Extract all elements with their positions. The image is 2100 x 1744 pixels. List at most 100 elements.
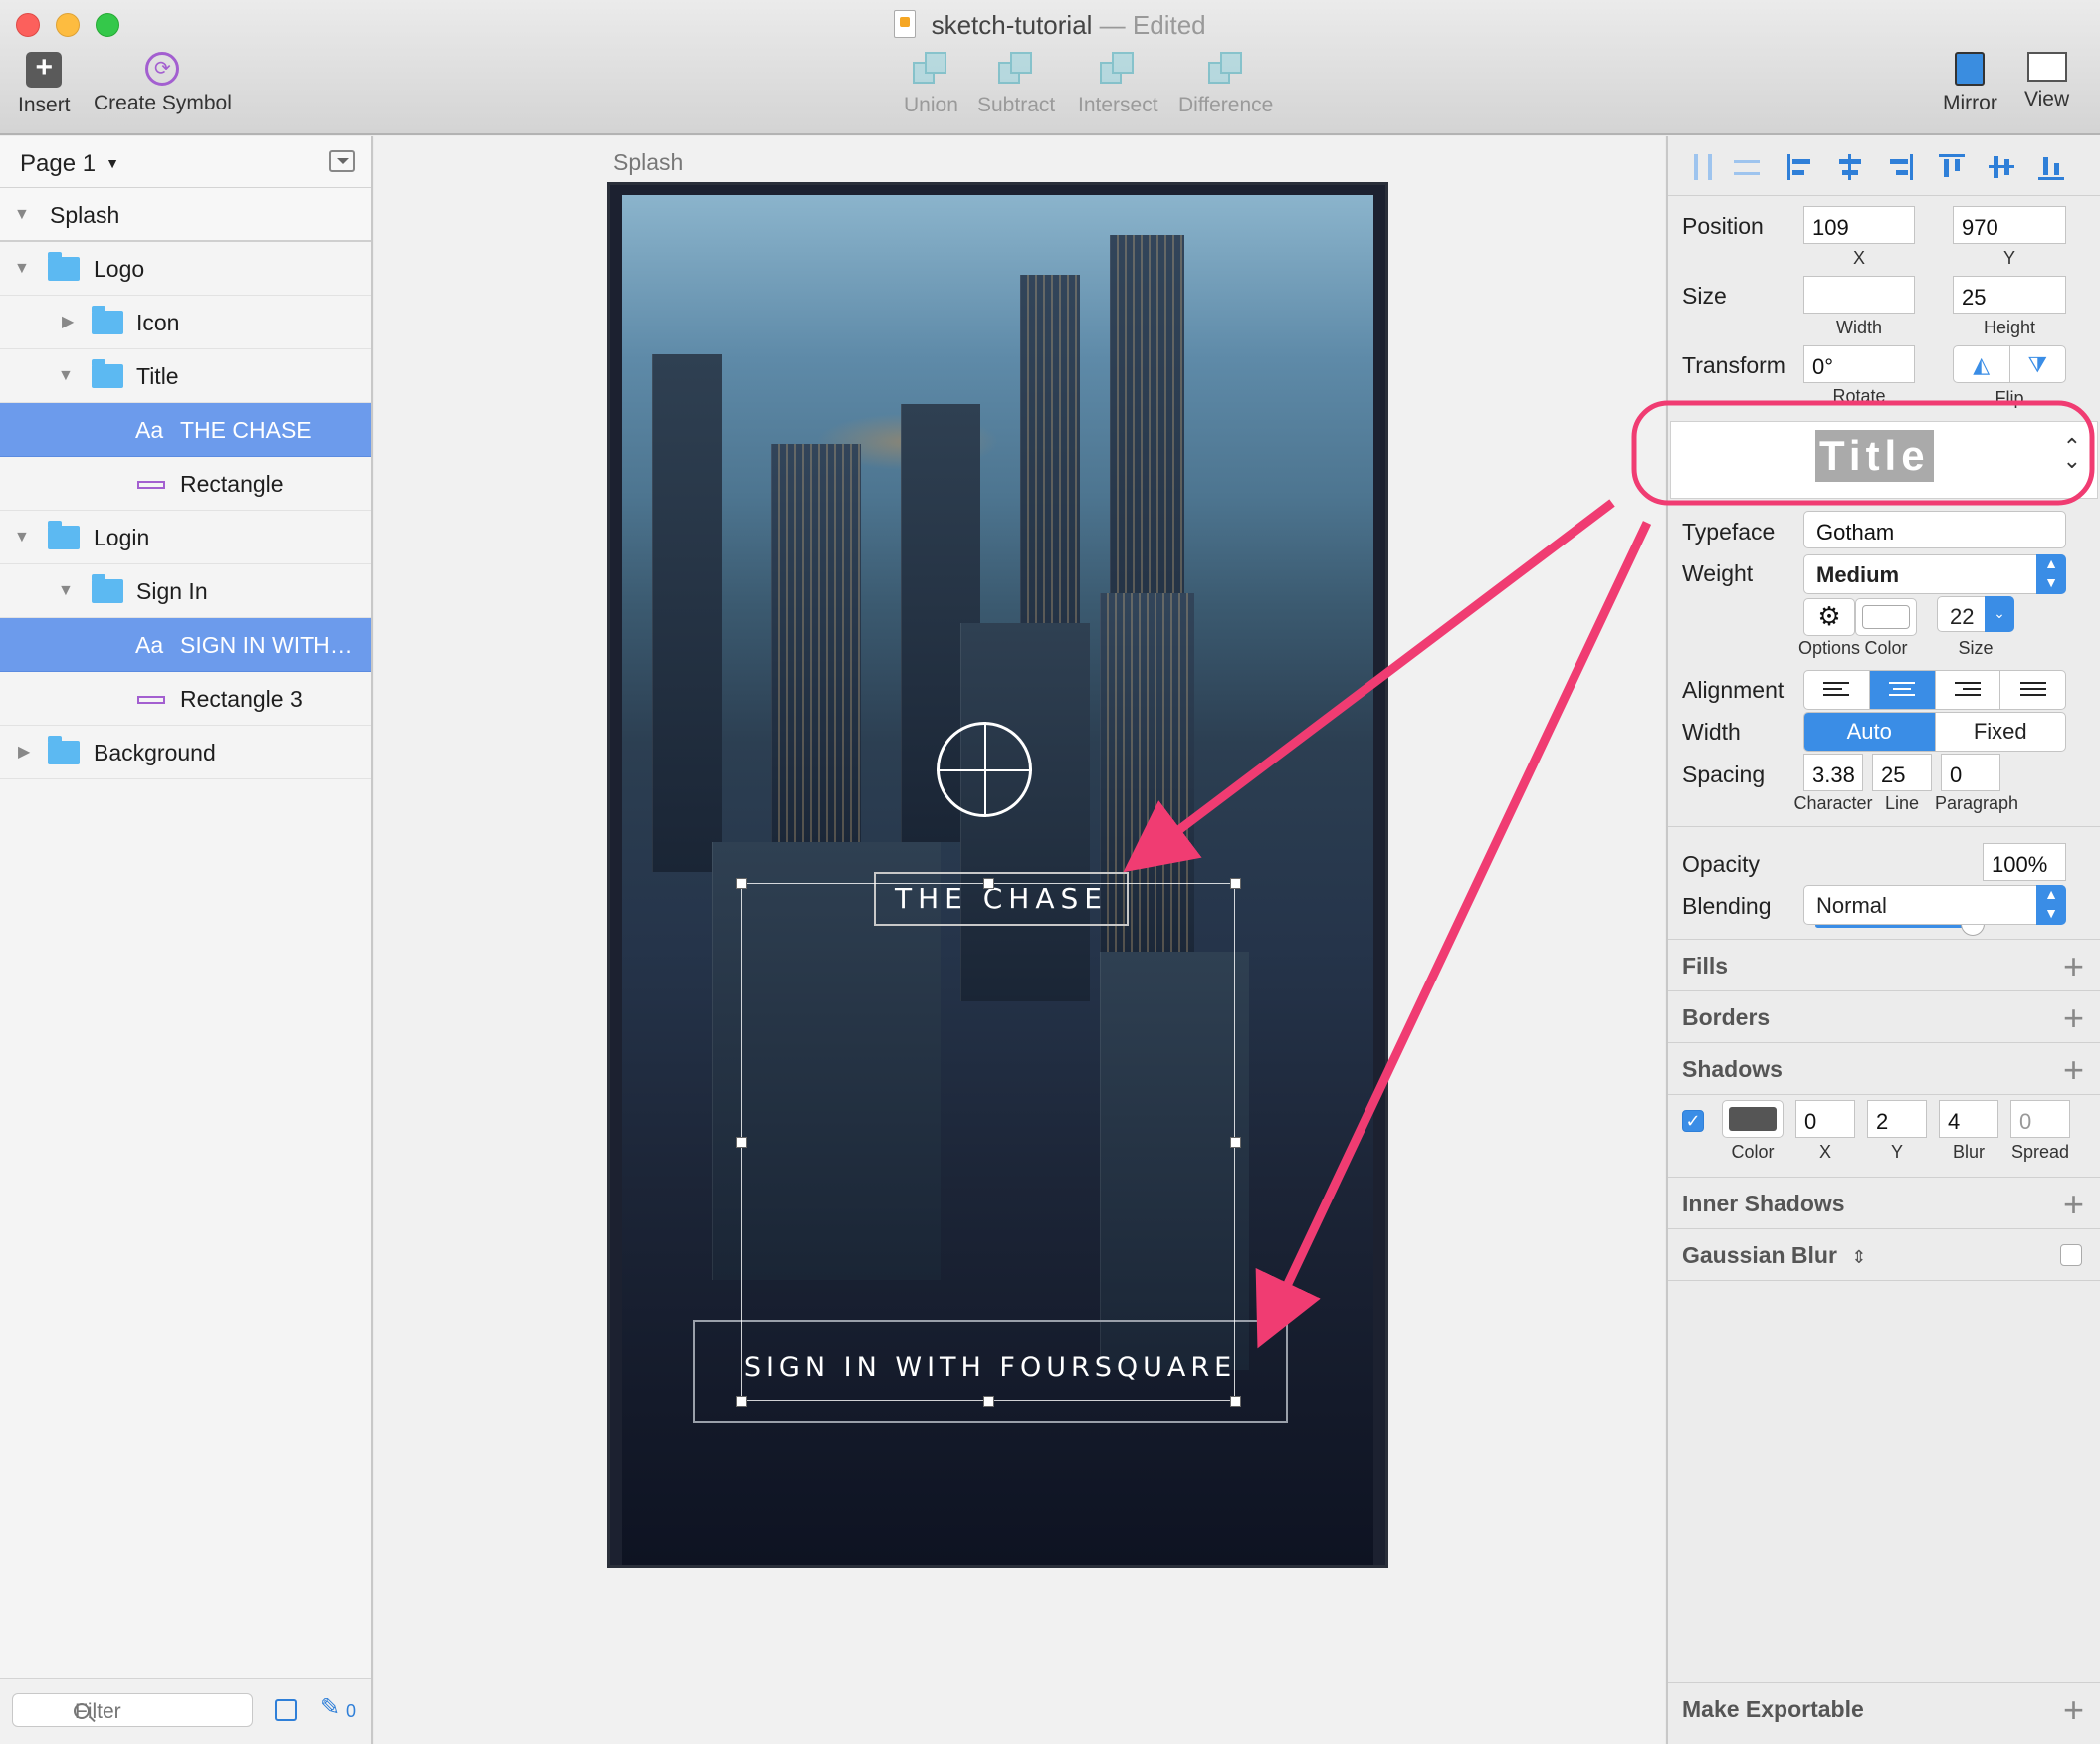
text-layer-icon: Aa (135, 417, 164, 443)
insert-button[interactable]: + Insert (18, 52, 71, 117)
layer-group-logo[interactable]: ▼ Logo (0, 242, 371, 296)
text-options-button[interactable]: ⚙ (1803, 598, 1855, 636)
align-horizontal-center-icon[interactable] (1837, 154, 1863, 180)
opacity-field[interactable] (1983, 843, 2066, 881)
chevron-up-down-icon[interactable]: ⇕ (1851, 1247, 1866, 1267)
rotate-field[interactable] (1803, 345, 1915, 383)
resize-handle[interactable] (983, 1396, 994, 1407)
shadow-x-field[interactable] (1795, 1100, 1855, 1138)
intersect-button[interactable]: Intersect (1078, 52, 1158, 117)
layer-text-sign-in-with[interactable]: Aa SIGN IN WITH… (0, 618, 371, 672)
add-fill-icon[interactable]: + (2063, 946, 2084, 987)
text-align-right-icon[interactable] (1936, 671, 2001, 709)
width-fixed-option[interactable]: Fixed (1936, 713, 2066, 751)
disclosure-open-icon[interactable]: ▼ (14, 511, 30, 564)
resize-handle[interactable] (736, 1396, 747, 1407)
text-align-center-icon[interactable] (1869, 671, 1936, 709)
folder-icon (92, 306, 123, 334)
position-y-field[interactable] (1953, 206, 2066, 244)
align-vertical-center-icon[interactable] (1989, 154, 2014, 180)
typeface-field[interactable] (1803, 511, 2066, 548)
mirror-button[interactable]: Mirror (1943, 52, 1997, 115)
disclosure-closed-icon[interactable]: ▶ (18, 726, 30, 779)
layer-text-the-chase[interactable]: Aa THE CHASE (0, 403, 371, 457)
resize-handle[interactable] (1230, 1396, 1241, 1407)
width-field[interactable] (1803, 276, 1915, 314)
mirror-icon (1955, 52, 1986, 86)
flip-horizontal-icon[interactable]: ◭ (1954, 346, 2010, 382)
edited-layers-icon[interactable]: ✎ (320, 1693, 340, 1722)
add-export-icon[interactable]: + (2063, 1689, 2084, 1731)
union-button[interactable]: Union (904, 52, 958, 117)
align-bottom-icon[interactable] (2038, 154, 2064, 180)
canvas[interactable]: Splash THE CHASE SIGN IN WITH FOURSQUARE (374, 136, 1665, 1744)
shadow-spread-field[interactable] (2010, 1100, 2070, 1138)
height-field[interactable] (1953, 276, 2066, 314)
gaussian-blur-section-header[interactable]: Gaussian Blur ⇕ (1668, 1229, 2100, 1281)
disclosure-open-icon[interactable]: ▼ (58, 564, 74, 618)
resize-handle[interactable] (736, 878, 747, 889)
add-border-icon[interactable]: + (2063, 997, 2084, 1039)
text-style-picker[interactable]: Title ⌃ ⌄ (1670, 421, 2098, 499)
align-left-icon[interactable] (1787, 154, 1813, 180)
disclosure-open-icon[interactable]: ▼ (14, 188, 30, 242)
show-pages-icon[interactable] (275, 1699, 297, 1721)
artboard-title[interactable]: Splash (613, 149, 683, 176)
align-right-icon[interactable] (1887, 154, 1913, 180)
layer-shape-rectangle[interactable]: Rectangle (0, 457, 371, 511)
font-size-select[interactable]: 22 ⌄ (1937, 596, 2014, 632)
shadows-label: Shadows (1682, 1056, 1783, 1082)
distribute-horizontal-icon[interactable] (1690, 154, 1716, 180)
character-spacing-field[interactable] (1803, 754, 1863, 791)
shadow-y-field[interactable] (1867, 1100, 1927, 1138)
artboard-splash[interactable]: THE CHASE SIGN IN WITH FOURSQUARE (607, 182, 1388, 1568)
shadow-enabled-checkbox[interactable]: ✓ (1682, 1110, 1704, 1132)
text-align-left-icon[interactable] (1804, 671, 1870, 709)
shadows-section-header[interactable]: Shadows + (1668, 1043, 2100, 1095)
page-selector[interactable]: Page 1 ▼ (0, 136, 371, 188)
layer-group-icon[interactable]: ▶ Icon (0, 296, 371, 349)
text-align-justify-icon[interactable] (2000, 671, 2065, 709)
line-spacing-field[interactable] (1872, 754, 1932, 791)
text-color-well[interactable] (1855, 598, 1917, 636)
view-button[interactable]: View (2024, 52, 2069, 111)
resize-handle[interactable] (1230, 878, 1241, 889)
distribute-vertical-icon[interactable] (1734, 154, 1760, 180)
resize-handle[interactable] (1230, 1137, 1241, 1148)
disclosure-closed-icon[interactable]: ▶ (62, 296, 74, 349)
make-exportable-section-header[interactable]: Make Exportable + (1668, 1682, 2100, 1742)
selection-bounding-box (741, 883, 1235, 1401)
resize-handle[interactable] (736, 1137, 747, 1148)
add-inner-shadow-icon[interactable]: + (2063, 1184, 2084, 1225)
resize-handle[interactable] (983, 878, 994, 889)
layer-group-sign-in[interactable]: ▼ Sign In (0, 564, 371, 618)
subtract-button[interactable]: Subtract (977, 52, 1055, 117)
add-shadow-icon[interactable]: + (2063, 1049, 2084, 1091)
collapse-pages-icon[interactable] (329, 150, 355, 172)
opacity-label: Opacity (1682, 851, 1760, 877)
paragraph-spacing-field[interactable] (1941, 754, 2000, 791)
width-auto-option[interactable]: Auto (1804, 713, 1936, 751)
shadow-blur-field[interactable] (1939, 1100, 1998, 1138)
flip-vertical-icon[interactable]: ⧩ (2010, 346, 2066, 382)
gaussian-blur-checkbox[interactable] (2060, 1244, 2082, 1266)
difference-button[interactable]: Difference (1178, 52, 1273, 117)
fills-section-header[interactable]: Fills + (1668, 940, 2100, 991)
shadow-color-well[interactable] (1722, 1100, 1784, 1138)
position-x-field[interactable] (1803, 206, 1915, 244)
blending-select[interactable]: Normal ▲ ▼ (1803, 885, 2066, 925)
layer-shape-rectangle-3[interactable]: Rectangle 3 (0, 672, 371, 726)
disclosure-open-icon[interactable]: ▼ (14, 242, 30, 296)
layer-group-title[interactable]: ▼ Title (0, 349, 371, 403)
align-top-icon[interactable] (1939, 154, 1965, 180)
inner-shadows-section-header[interactable]: Inner Shadows + (1668, 1178, 2100, 1229)
crosshair-logo-icon[interactable] (937, 722, 1032, 817)
layer-group-login[interactable]: ▼ Login (0, 511, 371, 564)
weight-select[interactable]: Medium ▲ ▼ (1803, 554, 2066, 594)
layer-group-background[interactable]: ▶ Background (0, 726, 371, 779)
create-symbol-button[interactable]: ⟳ Create Symbol (94, 52, 232, 115)
filter-input[interactable] (12, 1693, 253, 1727)
disclosure-open-icon[interactable]: ▼ (58, 349, 74, 403)
borders-section-header[interactable]: Borders + (1668, 991, 2100, 1043)
layer-artboard-splash[interactable]: ▼ Splash (0, 188, 371, 242)
